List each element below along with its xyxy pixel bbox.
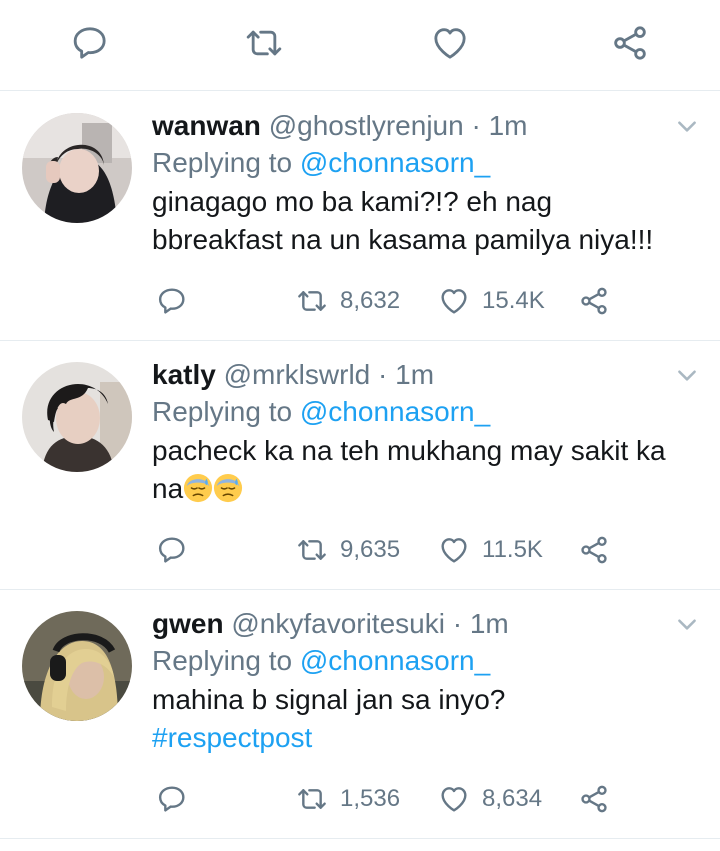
chevron-down-icon[interactable] — [674, 611, 700, 637]
tweet-actions: 8,632 15.4K — [152, 281, 712, 321]
mention-link[interactable]: @chonnasorn_ — [300, 147, 490, 178]
tweet-text-line: mahina b signal jan sa inyo? — [152, 684, 506, 715]
retweet-count: 1,536 — [340, 785, 401, 812]
user-handle[interactable]: @nkyfavoritesuki — [231, 608, 445, 639]
tweet[interactable]: gwen @nkyfavoritesuki · 1m Replying to @… — [0, 589, 720, 839]
reply-button[interactable] — [156, 530, 188, 570]
tweet-header: gwen @nkyfavoritesuki · 1m — [152, 606, 509, 642]
tweet[interactable]: wanwan @ghostlyrenjun · 1m Replying to @… — [0, 91, 720, 341]
like-icon[interactable] — [429, 22, 471, 64]
separator-dot: · — [452, 608, 463, 639]
like-count: 15.4K — [482, 287, 545, 314]
like-button[interactable]: 11.5K — [438, 530, 543, 570]
timestamp: 1m — [469, 608, 509, 639]
reply-icon[interactable] — [69, 22, 111, 64]
avatar[interactable] — [22, 362, 132, 472]
share-icon — [581, 287, 607, 315]
retweet-count: 8,632 — [340, 287, 401, 314]
tweet-actions: 9,635 11.5K — [152, 530, 712, 570]
retweet-icon[interactable] — [243, 22, 285, 64]
like-icon — [441, 538, 467, 563]
retweet-count: 9,635 — [340, 536, 401, 563]
like-icon — [441, 289, 467, 314]
tweet-text-fragment: na — [152, 473, 184, 504]
tweet-text-line: pacheck ka na teh mukhang may sakit ka — [152, 435, 666, 466]
avatar[interactable] — [22, 611, 132, 721]
tweet-text-line: ginagago mo ba kami?!? eh nag — [152, 186, 553, 217]
chevron-down-icon[interactable] — [674, 362, 700, 388]
separator-dot: · — [471, 110, 481, 141]
replying-to: Replying to @chonnasorn_ — [152, 145, 490, 181]
user-handle[interactable]: @mrklswrld — [224, 359, 371, 390]
replying-to: Replying to @chonnasorn_ — [152, 643, 490, 679]
tweet-header: katly @mrklswrld · 1m — [152, 357, 434, 393]
display-name[interactable]: katly — [152, 359, 216, 390]
reply-button[interactable] — [156, 281, 188, 321]
retweet-button[interactable]: 8,632 — [296, 281, 400, 321]
replying-label: Replying to — [152, 147, 293, 178]
user-handle[interactable]: @ghostlyrenjun — [269, 110, 464, 141]
share-icon — [581, 785, 607, 813]
replying-label: Replying to — [152, 396, 293, 427]
share-icon[interactable] — [609, 22, 651, 64]
tweet-text: mahina b signal jan sa inyo? #respectpos… — [152, 681, 692, 757]
tweet-action-bar — [0, 0, 720, 91]
downcast-face-with-sweat-emoji — [214, 473, 243, 503]
like-count: 8,634 — [482, 785, 543, 812]
timestamp: 1m — [488, 110, 528, 141]
replying-label: Replying to — [152, 645, 293, 676]
separator-dot: · — [378, 359, 388, 390]
display-name[interactable]: wanwan — [152, 110, 261, 141]
mention-link[interactable]: @chonnasorn_ — [300, 396, 490, 427]
hashtag-link[interactable]: #respectpost — [152, 719, 692, 757]
avatar[interactable] — [22, 113, 132, 223]
retweet-icon — [298, 540, 326, 560]
display-name[interactable]: gwen — [152, 608, 224, 639]
tweet-header: wanwan @ghostlyrenjun · 1m — [152, 108, 527, 144]
tweet-text-line: na — [152, 470, 692, 508]
replying-to: Replying to @chonnasorn_ — [152, 394, 490, 430]
like-count: 11.5K — [482, 536, 543, 563]
retweet-icon — [298, 291, 326, 311]
like-button[interactable]: 15.4K — [438, 281, 545, 321]
tweet[interactable]: katly @mrklswrld · 1m Replying to @chonn… — [0, 340, 720, 590]
retweet-button[interactable]: 9,635 — [296, 530, 400, 570]
downcast-face-with-sweat-emoji — [184, 473, 213, 503]
chevron-down-icon[interactable] — [674, 113, 700, 139]
tweet-text-line: bbreakfast na un kasama pamilya niya!!! — [152, 224, 654, 255]
reply-icon — [158, 288, 185, 314]
share-button[interactable] — [578, 530, 610, 570]
retweet-button[interactable]: 1,536 — [296, 779, 400, 819]
reply-icon — [158, 537, 185, 563]
reply-icon — [158, 786, 185, 812]
like-button[interactable]: 8,634 — [438, 779, 542, 819]
like-icon — [441, 787, 467, 812]
share-icon — [581, 536, 607, 564]
share-button[interactable] — [578, 281, 610, 321]
tweet-text: pacheck ka na teh mukhang may sakit ka n… — [152, 432, 692, 508]
tweet-text: ginagago mo ba kami?!? eh nag bbreakfast… — [152, 183, 692, 259]
mention-link[interactable]: @chonnasorn_ — [300, 645, 490, 676]
timestamp: 1m — [395, 359, 435, 390]
share-button[interactable] — [578, 779, 610, 819]
tweet-actions: 1,536 8,634 — [152, 779, 712, 819]
reply-button[interactable] — [156, 779, 188, 819]
retweet-icon — [298, 789, 326, 809]
